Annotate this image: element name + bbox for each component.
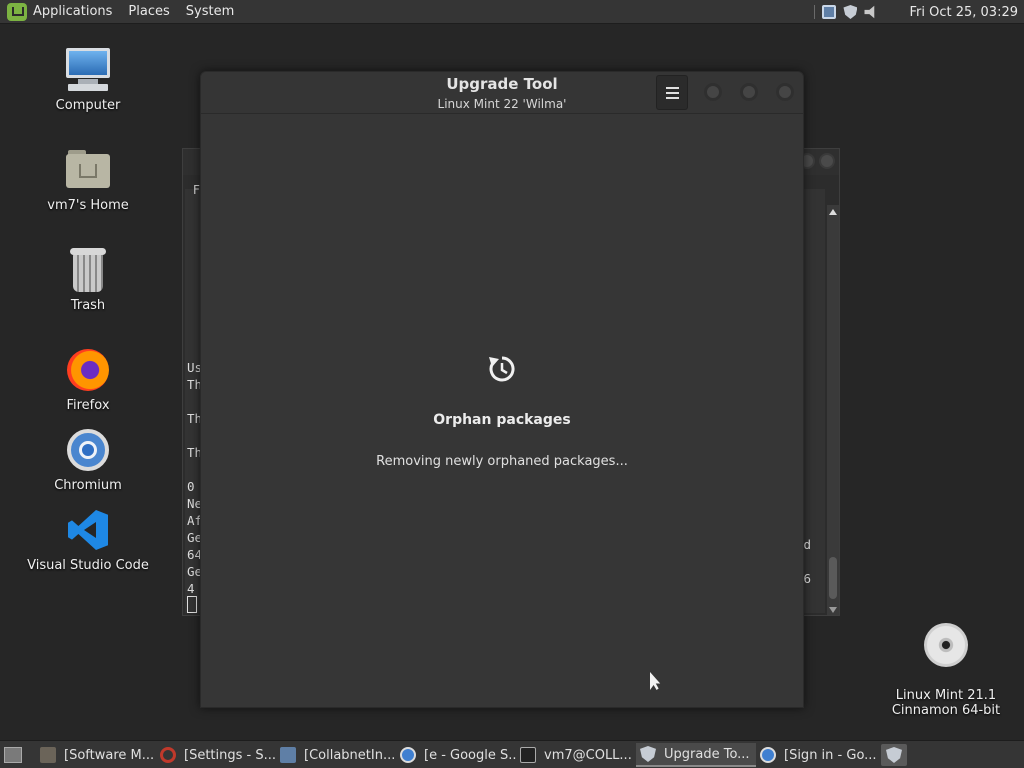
taskbar-item-label: [Sign in - Go... xyxy=(784,747,876,763)
chromium-icon xyxy=(64,426,112,474)
clock[interactable]: Fri Oct 25, 03:29 xyxy=(909,5,1018,20)
taskbar-item-label: vm7@COLL... xyxy=(544,747,632,763)
trash-icon xyxy=(64,246,112,294)
upgrade-tool-titlebar[interactable]: Upgrade Tool Linux Mint 22 'Wilma' xyxy=(201,72,803,114)
maximize-icon[interactable] xyxy=(740,83,758,101)
restore-icon xyxy=(489,356,515,382)
desktop-icon-trash[interactable]: Trash xyxy=(13,246,163,313)
taskbar-item-sign-in[interactable]: [Sign in - Go... xyxy=(756,743,876,767)
chromium-icon xyxy=(760,747,776,763)
taskbar-item-label: Upgrade To... xyxy=(664,746,750,762)
taskbar-item-label: [CollabnetIn... xyxy=(304,747,396,763)
upgrade-tool-window[interactable]: Upgrade Tool Linux Mint 22 'Wilma' Orpha… xyxy=(200,71,804,708)
network-icon xyxy=(280,747,296,763)
desktop-icon-home[interactable]: vm7's Home xyxy=(13,146,163,213)
system-menu[interactable]: System xyxy=(186,4,234,19)
minimize-icon[interactable] xyxy=(704,83,722,101)
show-desktop-icon[interactable] xyxy=(4,747,22,763)
scroll-down-arrow-icon[interactable] xyxy=(829,607,837,613)
scroll-up-arrow-icon[interactable] xyxy=(829,209,837,215)
update-shield-icon[interactable] xyxy=(843,5,858,19)
vscode-icon xyxy=(64,506,112,554)
software-manager-icon xyxy=(40,747,56,763)
terminal-menu-item[interactable]: F xyxy=(193,183,200,197)
desktop-icon-label: Chromium xyxy=(54,478,122,493)
terminal-cursor xyxy=(187,596,197,613)
home-folder-icon xyxy=(64,146,112,194)
update-manager-tray-button[interactable] xyxy=(881,744,907,766)
system-tray: Fri Oct 25, 03:29 xyxy=(814,0,1024,24)
taskbar-item-software-manager[interactable]: [Software M... xyxy=(36,743,156,767)
desktop-icon-install-disc[interactable]: Linux Mint 21.1 Cinnamon 64-bit xyxy=(871,606,1021,733)
taskbar: [Software M... [Settings - S... [Collabn… xyxy=(0,740,1024,768)
desktop-icon-label: Linux Mint 21.1 Cinnamon 64-bit xyxy=(891,688,1001,718)
taskbar-item-settings[interactable]: [Settings - S... xyxy=(156,743,276,767)
chromium-icon xyxy=(400,747,416,763)
shield-icon xyxy=(640,746,656,762)
desktop-icon-label: vm7's Home xyxy=(47,198,129,213)
status-message: Removing newly orphaned packages... xyxy=(376,454,628,469)
taskbar-item-google-search[interactable]: [e - Google S... xyxy=(396,743,516,767)
taskbar-item-collabnet[interactable]: [CollabnetIn... xyxy=(276,743,396,767)
taskbar-item-terminal[interactable]: vm7@COLL... xyxy=(516,743,636,767)
terminal-icon xyxy=(520,747,536,763)
close-icon[interactable] xyxy=(776,83,794,101)
network-icon[interactable] xyxy=(822,5,837,19)
desktop-icon-label: Visual Studio Code xyxy=(27,558,149,573)
disc-icon xyxy=(922,621,970,669)
places-menu[interactable]: Places xyxy=(128,4,169,19)
status-title: Orphan packages xyxy=(433,412,571,428)
desktop-icon-firefox[interactable]: Firefox xyxy=(13,346,163,413)
taskbar-item-label: [e - Google S... xyxy=(424,747,516,763)
taskbar-item-label: [Settings - S... xyxy=(184,747,276,763)
desktop-icon-label: Trash xyxy=(70,298,106,313)
desktop-icon-chromium[interactable]: Chromium xyxy=(13,426,163,493)
shield-icon xyxy=(886,747,902,763)
computer-icon xyxy=(64,46,112,94)
desktop-icon-label: Firefox xyxy=(66,398,110,413)
scrollbar-thumb[interactable] xyxy=(829,557,837,599)
upgrade-tool-content: Orphan packages Removing newly orphaned … xyxy=(201,114,803,707)
opera-icon xyxy=(160,747,176,763)
tray-separator xyxy=(814,5,816,19)
desktop: Applications Places System Fri Oct 25, 0… xyxy=(0,0,1024,768)
hamburger-menu-button[interactable] xyxy=(656,75,688,110)
taskbar-item-upgrade-tool[interactable]: Upgrade To... xyxy=(636,743,756,767)
desktop-icon-computer[interactable]: Computer xyxy=(13,46,163,113)
volume-icon[interactable] xyxy=(864,5,875,19)
mint-menu-icon[interactable] xyxy=(7,2,27,21)
terminal-scrollbar[interactable] xyxy=(827,205,839,615)
applications-menu[interactable]: Applications xyxy=(33,4,112,19)
top-panel: Applications Places System Fri Oct 25, 0… xyxy=(0,0,1024,24)
taskbar-item-label: [Software M... xyxy=(64,747,155,763)
desktop-icon-vscode[interactable]: Visual Studio Code xyxy=(13,506,163,573)
desktop-icon-label: Computer xyxy=(55,98,121,113)
firefox-icon xyxy=(64,346,112,394)
terminal-close-icon[interactable] xyxy=(819,153,835,169)
